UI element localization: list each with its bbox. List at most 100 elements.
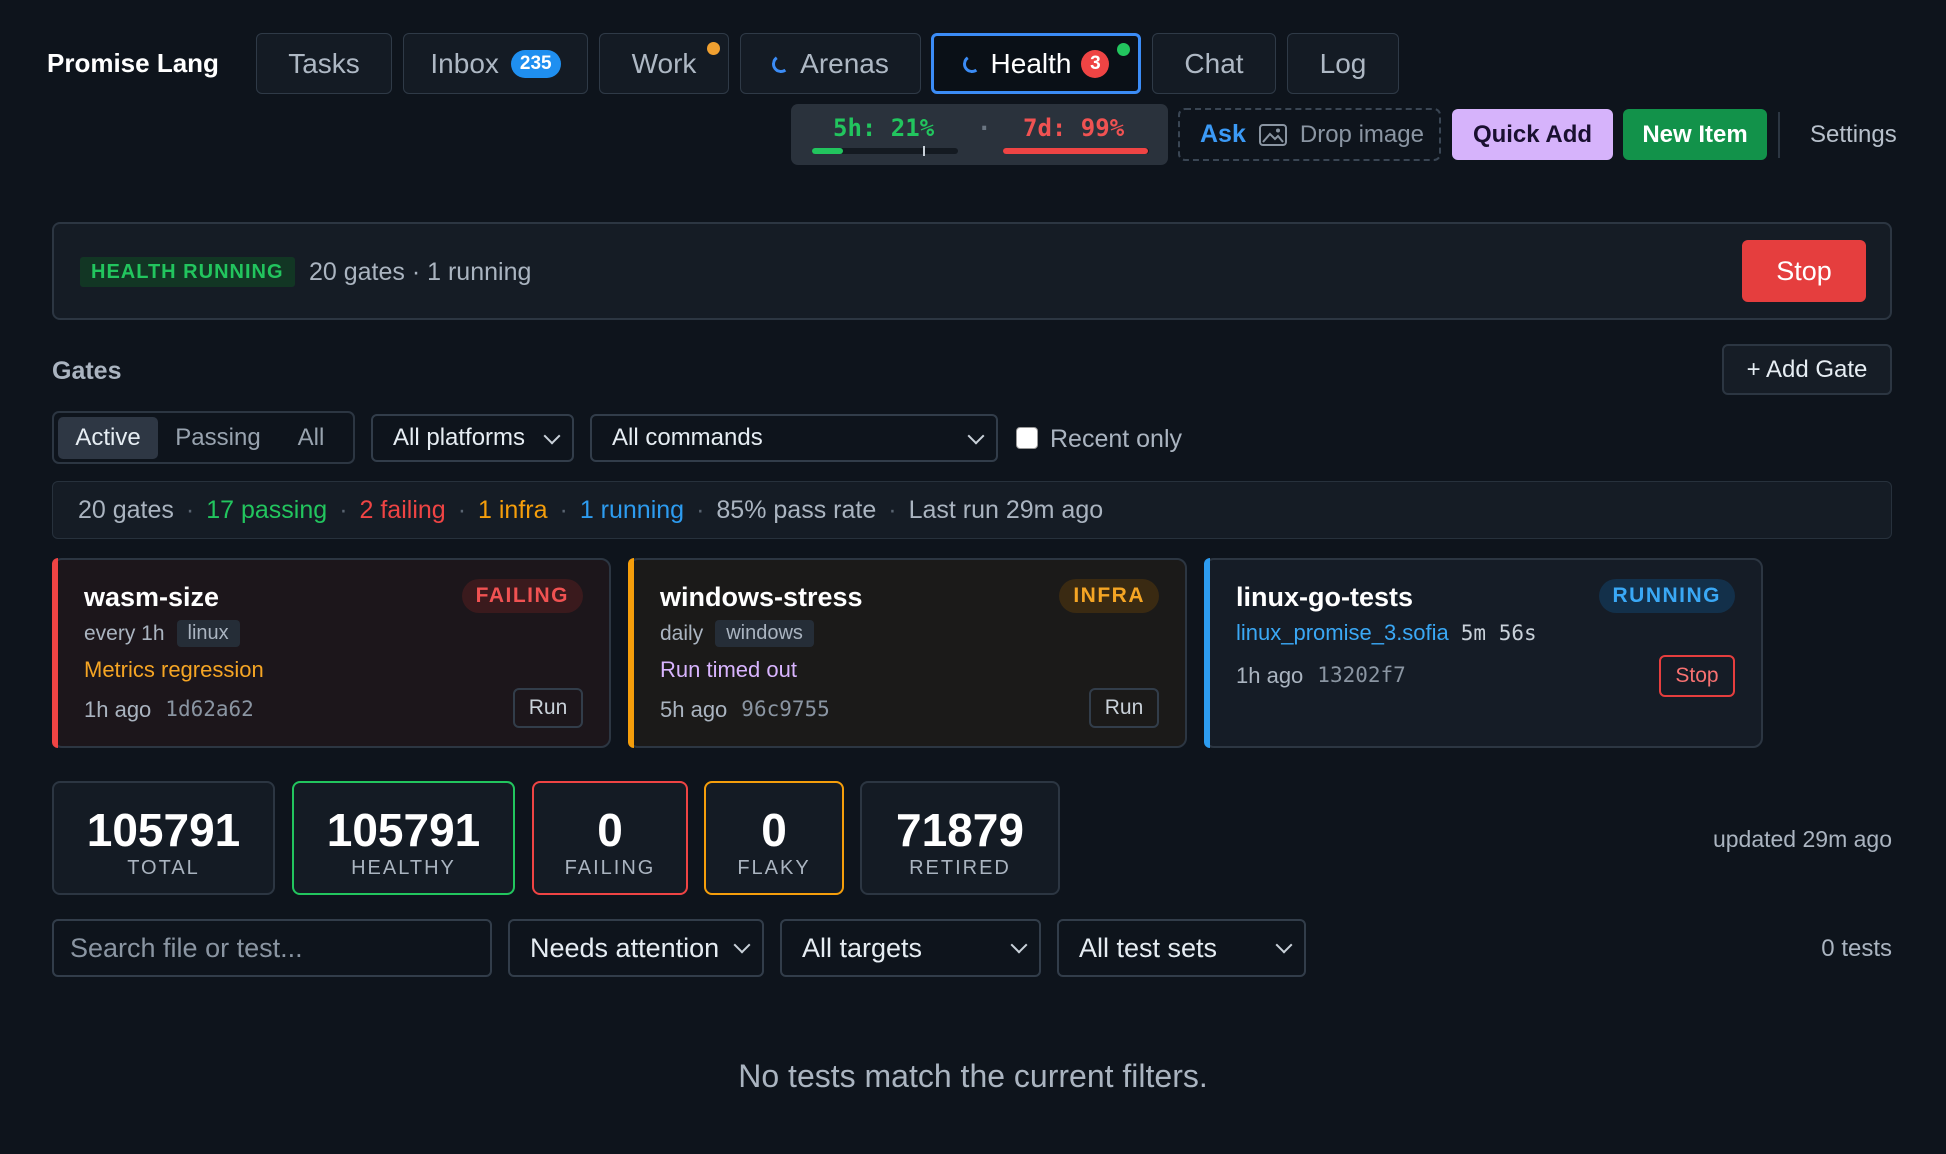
gate-summary-bar: 20 gates · 17 passing · 2 failing · 1 in… (52, 481, 1892, 539)
stat-label: HEALTHY (351, 857, 456, 879)
tab-label: Log (1319, 47, 1367, 79)
summary-separator: · (696, 495, 705, 524)
tab-chat[interactable]: Chat (1152, 33, 1276, 94)
recent-only-checkbox[interactable] (1016, 427, 1038, 449)
stat-retired[interactable]: 71879 RETIRED (860, 781, 1060, 895)
inbox-count-badge: 235 (510, 49, 561, 78)
gate-filter-segment: Active Passing All (52, 411, 355, 464)
stat-value: 0 (597, 804, 623, 856)
summary-separator: · (559, 495, 568, 524)
tab-inbox[interactable]: Inbox 235 (403, 33, 588, 94)
usage-separator: · (977, 114, 992, 142)
gate-age: 1h ago (1236, 663, 1304, 688)
tab-arenas[interactable]: Arenas (740, 33, 921, 94)
tests-count: 0 tests (1821, 935, 1892, 962)
gate-name: wasm-size (84, 582, 220, 612)
stat-label: RETIRED (909, 857, 1011, 879)
tab-label: Arenas (800, 47, 889, 79)
gate-commit: 13202f7 (1317, 663, 1406, 687)
targets-select[interactable]: All targets (780, 919, 1041, 977)
stop-gate-button[interactable]: Stop (1659, 655, 1735, 697)
drop-image-label: Drop image (1299, 120, 1424, 148)
gate-card-linux-go-tests[interactable]: linux-go-tests RUNNING linux_promise_3.s… (1204, 558, 1763, 748)
status-stripe (628, 558, 634, 748)
platform-select[interactable]: All platforms (371, 414, 574, 462)
stat-healthy[interactable]: 105791 HEALTHY (292, 781, 515, 895)
tab-label: Work (631, 47, 697, 79)
usage-7d-bar (1003, 148, 1149, 154)
summary-failing: 2 failing (359, 495, 446, 524)
app-title: Promise Lang (47, 48, 219, 78)
health-status-dot (1117, 43, 1130, 56)
gate-age: 1h ago (84, 697, 152, 722)
test-sets-select[interactable]: All test sets (1057, 919, 1306, 977)
gate-card-wasm-size[interactable]: wasm-size FAILING every 1h linux Metrics… (52, 558, 611, 748)
stat-value: 105791 (326, 804, 481, 856)
summary-total: 20 gates (78, 495, 174, 524)
status-badge: RUNNING (1598, 579, 1735, 613)
test-sets-select-value: All test sets (1079, 932, 1218, 963)
quick-add-button[interactable]: Quick Add (1452, 109, 1613, 160)
gates-heading: Gates (52, 357, 122, 385)
add-gate-button[interactable]: + Add Gate (1722, 344, 1892, 395)
tab-label: Inbox (430, 47, 499, 79)
elapsed-time: 5m 56s (1460, 621, 1537, 645)
summary-infra: 1 infra (478, 495, 548, 524)
chevron-down-icon (1275, 936, 1293, 954)
tab-work[interactable]: Work (599, 33, 729, 94)
tab-health[interactable]: Health 3 (931, 33, 1141, 94)
gate-schedule: every 1h (84, 621, 165, 645)
health-run-detail: 20 gates · 1 running (309, 258, 532, 286)
gate-footer: 5h ago 96c9755 (660, 697, 830, 723)
usage-5h-marker (922, 146, 925, 156)
attention-select-value: Needs attention (530, 932, 720, 963)
gate-name: windows-stress (660, 582, 863, 612)
command-select[interactable]: All commands (590, 414, 998, 462)
attention-select[interactable]: Needs attention (508, 919, 764, 977)
usage-5h-label: 5h: 21% (833, 114, 935, 142)
runner-link[interactable]: linux_promise_3.sofia (1236, 620, 1449, 646)
status-stripe (1204, 558, 1210, 748)
stat-flaky[interactable]: 0 FLAKY (704, 781, 844, 895)
stat-total: 105791 TOTAL (52, 781, 275, 895)
summary-pass-rate: 85% pass rate (716, 495, 877, 524)
tab-log[interactable]: Log (1287, 33, 1399, 94)
run-gate-button[interactable]: Run (513, 688, 583, 728)
settings-link[interactable]: Settings (1810, 121, 1897, 149)
health-alert-badge: 3 (1081, 49, 1110, 78)
platform-select-value: All platforms (393, 424, 526, 451)
gate-commit: 1d62a62 (165, 697, 254, 721)
tab-tasks[interactable]: Tasks (256, 33, 392, 94)
stat-label: FAILING (564, 857, 656, 879)
ask-drop-zone[interactable]: Ask Drop image (1178, 108, 1441, 161)
filter-active[interactable]: Active (58, 416, 158, 459)
status-badge: INFRA (1059, 579, 1159, 613)
gate-message: Metrics regression (84, 657, 264, 682)
summary-last-run: Last run 29m ago (908, 495, 1104, 524)
usage-7d-label: 7d: 99% (1023, 114, 1125, 142)
toolbar-divider (1778, 112, 1780, 158)
new-item-button[interactable]: New Item (1623, 109, 1767, 160)
chevron-down-icon (967, 427, 985, 445)
filter-passing[interactable]: Passing (158, 417, 278, 459)
filter-all[interactable]: All (278, 417, 344, 459)
stat-value: 71879 (896, 804, 1024, 856)
health-run-banner: HEALTH RUNNING 20 gates · 1 running Stop (52, 222, 1892, 320)
health-status-badge: HEALTH RUNNING (80, 257, 295, 287)
stat-label: TOTAL (127, 857, 200, 879)
summary-separator: · (185, 495, 195, 524)
gate-name: linux-go-tests (1236, 582, 1414, 612)
run-gate-button[interactable]: Run (1089, 688, 1159, 728)
gate-commit: 96c9755 (741, 697, 830, 721)
stat-value: 105791 (86, 804, 241, 856)
usage-5h-bar (812, 146, 958, 156)
loading-spinner-icon (961, 53, 982, 74)
stop-health-button[interactable]: Stop (1742, 240, 1866, 302)
chevron-down-icon (733, 936, 751, 954)
gate-card-windows-stress[interactable]: windows-stress INFRA daily windows Run t… (628, 558, 1187, 748)
targets-select-value: All targets (802, 932, 923, 963)
image-icon (1258, 123, 1288, 147)
test-search-input[interactable] (52, 919, 492, 977)
stat-failing[interactable]: 0 FAILING (532, 781, 688, 895)
gate-schedule-row: daily windows (660, 620, 814, 647)
